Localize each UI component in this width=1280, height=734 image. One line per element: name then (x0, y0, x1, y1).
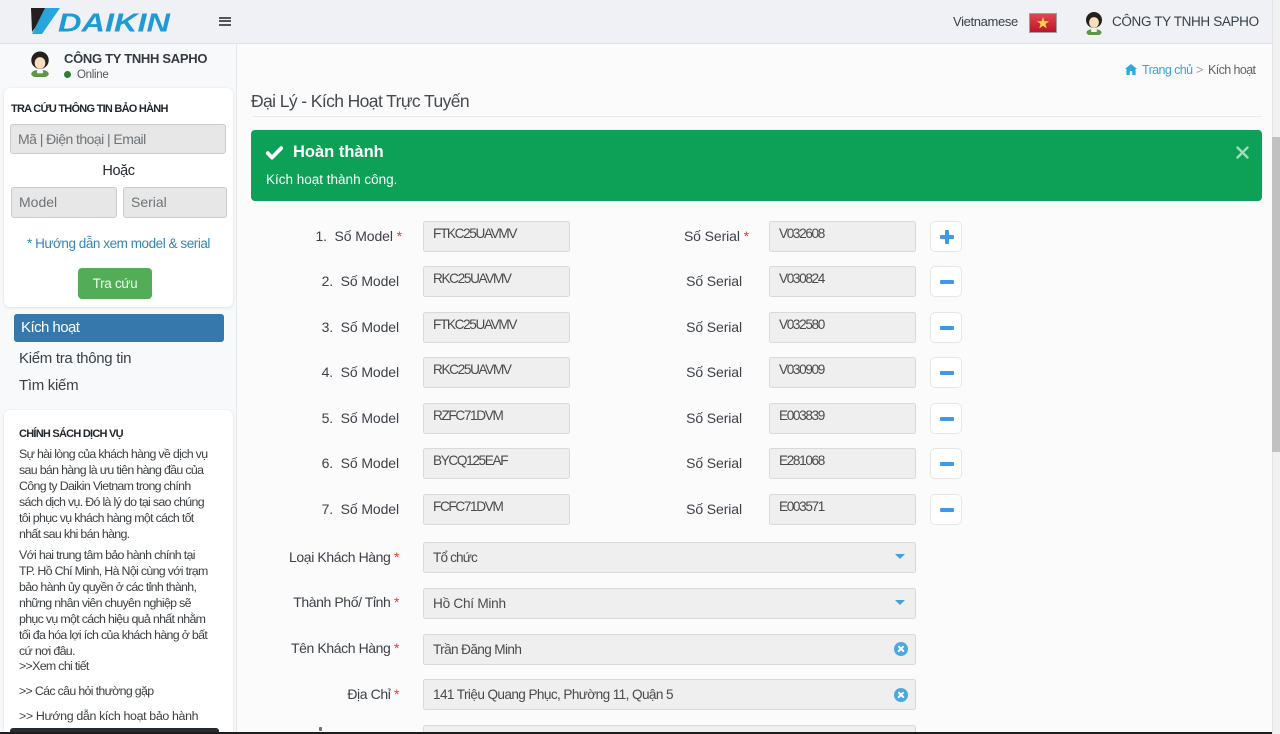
svg-text:DAIKIN: DAIKIN (58, 8, 171, 36)
